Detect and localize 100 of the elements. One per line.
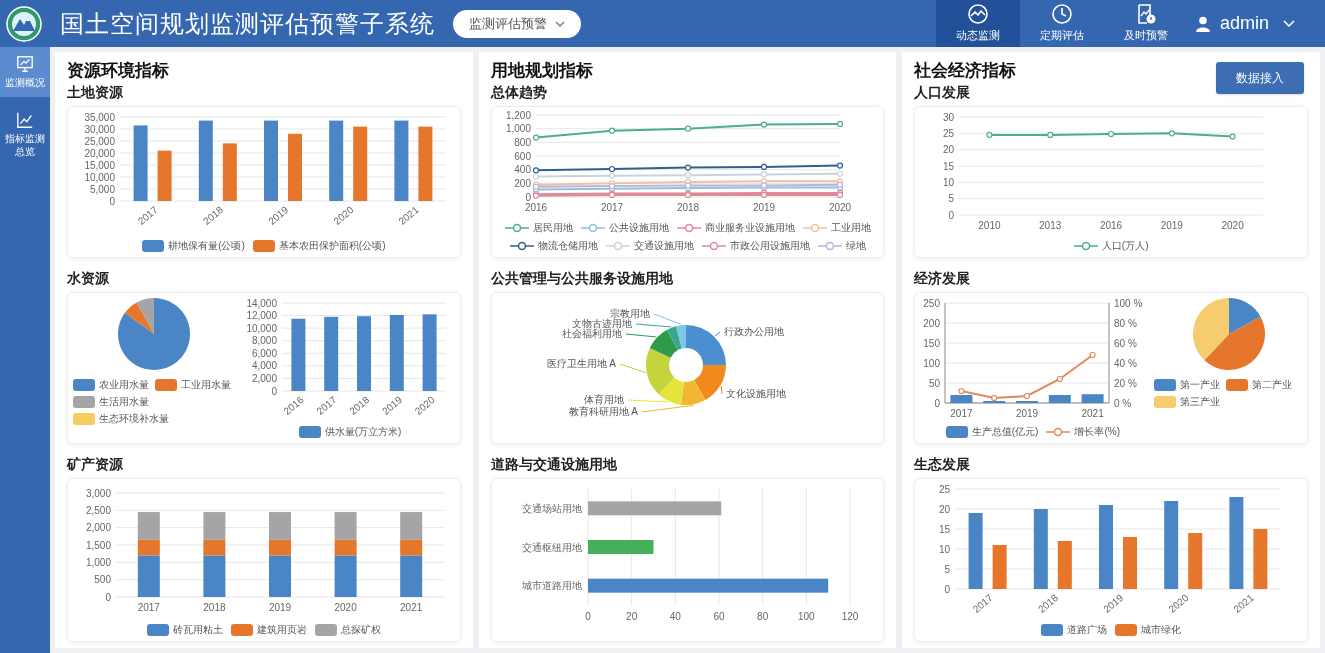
legend-label: 工业用地 (830, 221, 871, 235)
chart-title: 土地资源 (67, 83, 124, 102)
axis-label: 20,000 (84, 147, 115, 159)
axis-label: 15,000 (84, 159, 115, 171)
legend-label: 公共设施用地 (608, 221, 669, 235)
legend-label: 生产总值(亿元) (971, 425, 1039, 439)
axis-label: 25 (939, 483, 951, 495)
section-title: 用地规划指标 (490, 60, 593, 82)
axis-label: 800 (514, 136, 531, 148)
axis-label: 1,500 (85, 539, 111, 551)
axis-label: 2016 (1100, 220, 1123, 231)
legend-label: 生态环境补水量 (99, 412, 170, 426)
slice-label: 行政办公用地 (723, 326, 784, 337)
axis-label: 600 (514, 150, 531, 162)
axis-label: 0 (105, 591, 111, 603)
slice-label: 医疗卫生用地 A (546, 358, 616, 369)
axis-label: 10,000 (246, 322, 278, 334)
axis-label: 2013 (1039, 220, 1062, 231)
legend-label: 市政公用设施用地 (729, 239, 810, 253)
axis-label: 1,000 (505, 123, 531, 135)
axis-label: 0 (584, 611, 591, 622)
axis-label: 5 (948, 193, 955, 205)
axis-label: 200 (514, 177, 531, 189)
axis-label: 0 (109, 195, 115, 207)
axis-label: 15 (943, 160, 955, 172)
app-title: 国土空间规划监测评估预警子系统 (60, 8, 435, 40)
axis-label: 30,000 (84, 123, 115, 135)
slice-label: 文化设施用地 (725, 388, 786, 399)
axis-label: 2,500 (85, 504, 111, 516)
chart-title: 矿产资源 (67, 455, 124, 474)
legend-label: 增长率(%) (1074, 425, 1120, 439)
chart-title: 总体趋势 (490, 83, 548, 102)
legend-label: 生活用水量 (99, 395, 150, 409)
chart-title: 经济发展 (914, 269, 972, 288)
axis-label: 14,000 (246, 297, 278, 309)
legend-label: 第一产业 (1180, 378, 1221, 392)
axis-label: 200 (923, 317, 941, 329)
axis-label: 100 (797, 611, 815, 622)
axis-label: 2017 (950, 408, 973, 419)
axis-label: 2016 (524, 202, 547, 213)
axis-label: 2,000 (252, 372, 278, 384)
axis-label: 8,000 (252, 335, 278, 347)
axis-label: 0 (948, 209, 955, 221)
chart-title: 公共管理与公共服务设施用地 (490, 269, 674, 288)
chart-title: 道路与交通设施用地 (490, 455, 618, 474)
axis-label: 6,000 (252, 347, 278, 359)
legend-label: 第二产业 (1252, 378, 1293, 392)
axis-label: 30 (943, 111, 955, 123)
axis-label: 4,000 (252, 360, 278, 372)
axis-label: 15 (939, 523, 951, 535)
legend-label: 砖瓦用粘土 (172, 623, 223, 637)
axis-label: 2010 (978, 220, 1001, 231)
axis-label: 2,000 (85, 522, 111, 534)
axis-label: 10,000 (84, 171, 115, 183)
slice-label: 体育用地 (583, 394, 624, 405)
legend-label: 城市绿化 (1141, 623, 1182, 637)
legend-label: 农业用水量 (99, 378, 150, 392)
axis-label: 20 % (1114, 377, 1138, 389)
axis-label: 2017 (137, 602, 160, 613)
axis-label: 2018 (203, 602, 226, 613)
legend-label: 供水量(万立方米) (324, 425, 402, 439)
legend-label: 基本农田保护面积(公顷) (278, 239, 386, 253)
axis-label: 40 % (1114, 357, 1138, 369)
axis-label: 25 (943, 127, 955, 139)
section-title: 资源环境指标 (67, 60, 169, 82)
axis-label: 50 (929, 377, 941, 389)
section-title: 社会经济指标 (914, 60, 1017, 82)
axis-label: 5 (944, 563, 951, 575)
axis-label: 1,000 (85, 556, 111, 568)
axis-label: 2019 (752, 202, 775, 213)
axis-label: 20 (625, 611, 637, 622)
axis-label: 100 (923, 357, 941, 369)
axis-label: 100 % (1114, 297, 1143, 309)
axis-label: 1,200 (505, 109, 531, 121)
axis-label: 10 (943, 176, 955, 188)
chart-title: 生态发展 (914, 455, 972, 474)
axis-label: 3,000 (85, 487, 111, 499)
slice-label: 文物古迹用地 (571, 318, 632, 329)
slice-label: 社会福利用地 (561, 328, 622, 339)
legend-label: 物流仓储用地 (537, 239, 598, 253)
slice-label: 教育科研用地 A (568, 406, 638, 417)
axis-label: 2019 (1016, 408, 1039, 419)
axis-label: 12,000 (246, 310, 278, 322)
axis-label: 2017 (600, 202, 623, 213)
axis-label: 2020 (1221, 220, 1245, 231)
legend-label: 居民用地 (532, 221, 573, 235)
axis-label: 20 (943, 144, 955, 156)
axis-label: 2018 (676, 202, 699, 213)
axis-label: 0 (525, 191, 531, 203)
axis-label: 0 % (1114, 397, 1132, 409)
axis-label: 25,000 (84, 135, 115, 147)
axis-label: 2020 (334, 602, 357, 613)
axis-label: 120 (841, 611, 858, 622)
axis-label: 2021 (400, 602, 423, 613)
axis-label: 40 (669, 611, 681, 622)
axis-label: 交通枢纽用地 (521, 541, 582, 553)
axis-label: 35,000 (84, 111, 115, 123)
axis-label: 80 (756, 611, 768, 622)
axis-label: 交通场站用地 (521, 502, 582, 514)
legend-label: 耕地保有量(公顷) (168, 239, 245, 253)
